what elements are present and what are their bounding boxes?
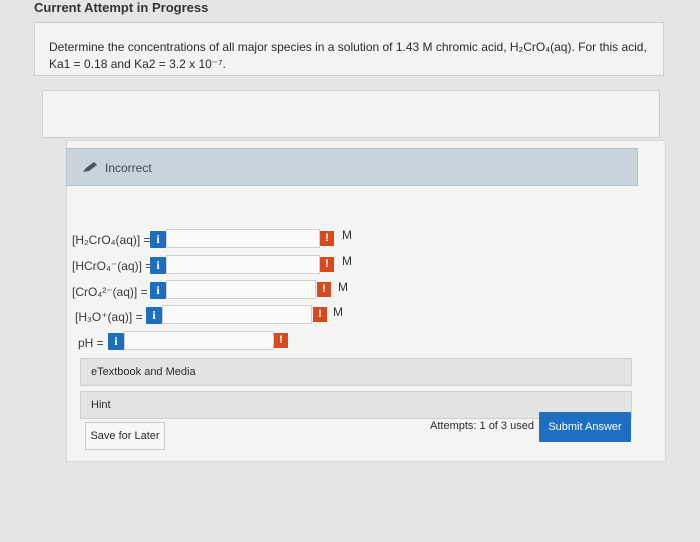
warning-icon: ! bbox=[313, 307, 327, 322]
unit-label: M bbox=[342, 228, 352, 242]
row-label-h3o: [H₃O⁺(aq)] = bbox=[75, 310, 143, 324]
info-icon[interactable]: i bbox=[108, 333, 124, 350]
answer-area bbox=[42, 90, 660, 138]
info-icon[interactable]: i bbox=[146, 307, 162, 324]
h3o-input[interactable] bbox=[162, 305, 312, 324]
unit-label: M bbox=[333, 305, 343, 319]
h2cro4-input[interactable] bbox=[166, 229, 320, 248]
row-label-h2cro4: [H₂CrO₄(aq)] = bbox=[72, 233, 151, 247]
warning-icon: ! bbox=[317, 282, 331, 297]
feedback-banner: Incorrect bbox=[66, 148, 638, 186]
warning-icon: ! bbox=[320, 231, 334, 246]
row-label-hcro4: [HCrO₄⁻(aq)] = bbox=[72, 259, 153, 273]
submit-answer-button[interactable]: Submit Answer bbox=[539, 412, 631, 442]
info-icon[interactable]: i bbox=[150, 231, 166, 248]
warning-icon: ! bbox=[274, 333, 288, 348]
warning-icon: ! bbox=[320, 257, 334, 272]
info-icon[interactable]: i bbox=[150, 257, 166, 274]
hcro4-input[interactable] bbox=[166, 255, 320, 274]
row-label-ph: pH = bbox=[78, 336, 104, 350]
attempts-counter: Attempts: 1 of 3 used bbox=[430, 420, 534, 432]
etextbook-media-link[interactable]: eTextbook and Media bbox=[80, 358, 632, 386]
info-icon[interactable]: i bbox=[150, 282, 166, 299]
question-text: Determine the concentrations of all majo… bbox=[49, 40, 647, 71]
row-label-cro4: [CrO₄²⁻(aq)] = bbox=[72, 285, 148, 299]
question-box: Determine the concentrations of all majo… bbox=[34, 22, 664, 76]
unit-label: M bbox=[342, 254, 352, 268]
ph-input[interactable] bbox=[124, 331, 274, 350]
page-title: Current Attempt in Progress bbox=[34, 0, 209, 15]
feedback-label: Incorrect bbox=[105, 161, 152, 175]
unit-label: M bbox=[338, 280, 348, 294]
pencil-icon bbox=[83, 162, 97, 172]
cro4-input[interactable] bbox=[166, 280, 316, 299]
save-for-later-button[interactable]: Save for Later bbox=[85, 422, 165, 450]
